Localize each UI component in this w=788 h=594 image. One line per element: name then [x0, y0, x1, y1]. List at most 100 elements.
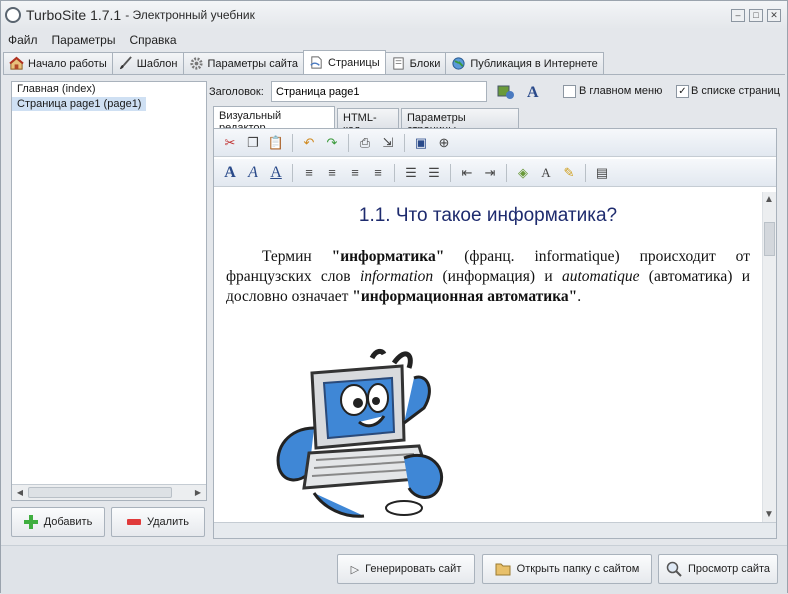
tab-label: Страницы	[328, 56, 380, 69]
maximize-icon[interactable]: □	[749, 9, 763, 22]
header-input[interactable]	[271, 81, 487, 102]
font-icon[interactable]: A	[525, 82, 543, 100]
paste-icon[interactable]: 📋	[266, 133, 286, 153]
toolbar-separator	[404, 133, 405, 152]
tab-page-params[interactable]: Параметры страницы	[401, 108, 519, 136]
redo-icon[interactable]: ↷	[322, 133, 342, 153]
menu-bar: Файл Параметры Справка	[1, 30, 787, 50]
numbered-list-icon[interactable]: ☰	[401, 163, 421, 183]
generate-label: Генерировать сайт	[365, 563, 462, 575]
pages-panel: Главная (index) Страница page1 (page1) ◀…	[3, 74, 785, 544]
scroll-thumb[interactable]	[28, 487, 172, 498]
bottom-action-bar: ▷ Генерировать сайт Открыть папку с сайт…	[1, 545, 787, 594]
align-right-icon[interactable]: ≡	[345, 163, 365, 183]
clear-format-icon[interactable]: ✎	[559, 163, 579, 183]
tab-label: Шаблон	[136, 57, 178, 70]
tab-site-settings[interactable]: Параметры сайта	[182, 52, 304, 74]
align-center-icon[interactable]: ≡	[322, 163, 342, 183]
editor-toolbar-1: ✂ ❐ 📋 ↶ ↷ ⎙ ⇲ ▣ ⊕	[214, 129, 776, 157]
add-page-button[interactable]: Добавить	[11, 507, 105, 537]
menu-file[interactable]: Файл	[1, 33, 45, 47]
indent-icon[interactable]: ⇥	[480, 163, 500, 183]
outdent-icon[interactable]: ⇤	[457, 163, 477, 183]
visual-editor: ✂ ❐ 📋 ↶ ↷ ⎙ ⇲ ▣ ⊕ A A A ≡ ≡ ≡ ≡ ☰ ☰ ⇤ ⇥ …	[213, 128, 777, 539]
underline-icon[interactable]: A	[266, 163, 286, 183]
list-item[interactable]: Главная (index)	[12, 82, 206, 96]
document-area[interactable]: 1.1. Что такое информатика? Термин "инфо…	[214, 192, 762, 522]
bold-icon[interactable]: A	[220, 163, 240, 183]
main-tabs: Начало работы Шаблон Параметры сайта Стр…	[3, 50, 604, 74]
scroll-up-icon[interactable]: ▲	[764, 194, 774, 205]
zoom-icon[interactable]: ⊕	[434, 133, 454, 153]
italic-icon[interactable]: A	[243, 163, 263, 183]
page-list: Главная (index) Страница page1 (page1) ◀…	[11, 81, 207, 501]
toolbar-separator	[292, 163, 293, 182]
app-logo-icon	[5, 7, 21, 23]
minimize-icon[interactable]: –	[731, 9, 745, 22]
tab-visual-editor[interactable]: Визуальный редактор	[213, 106, 335, 134]
cut-icon[interactable]: ✂	[220, 133, 240, 153]
svg-text:A: A	[527, 84, 539, 100]
font-settings-icon[interactable]: A	[536, 163, 556, 183]
tab-blocks[interactable]: Блоки	[384, 52, 447, 74]
tab-template[interactable]: Шаблон	[111, 52, 184, 74]
copy-icon[interactable]: ❐	[243, 133, 263, 153]
tab-html-code[interactable]: HTML-код	[337, 108, 399, 136]
menu-help[interactable]: Справка	[122, 33, 183, 47]
menu-parameters[interactable]: Параметры	[45, 33, 123, 47]
blocks-icon	[393, 57, 404, 70]
main-menu-checkbox[interactable]	[563, 85, 576, 98]
tab-start[interactable]: Начало работы	[3, 52, 113, 74]
export-icon[interactable]: ⇲	[378, 133, 398, 153]
toolbar-separator	[450, 163, 451, 182]
horizontal-scrollbar[interactable]: ◀ ▶	[12, 484, 206, 500]
text-run: .	[577, 288, 582, 305]
plus-icon	[23, 515, 38, 529]
app-subtitle: - Электронный учебник	[125, 8, 255, 22]
generate-site-button[interactable]: ▷ Генерировать сайт	[337, 554, 475, 584]
text-italic: automatique	[561, 268, 640, 285]
text-bold: "информационная автоматика"	[352, 288, 578, 305]
tab-pages[interactable]: Страницы	[303, 50, 386, 74]
preview-site-button[interactable]: Просмотр сайта	[658, 554, 778, 584]
image-icon[interactable]: ▣	[411, 133, 431, 153]
page-settings-icon[interactable]: ▤	[592, 163, 612, 183]
open-folder-button[interactable]: Открыть папку с сайтом	[482, 554, 652, 584]
home-icon	[9, 56, 24, 70]
text-bold: "информатика"	[331, 248, 445, 265]
bullet-list-icon[interactable]: ☰	[424, 163, 444, 183]
tab-publish[interactable]: Публикация в Интернете	[445, 52, 604, 74]
text-italic: information	[359, 268, 434, 285]
editor-status-bar	[214, 522, 776, 538]
align-left-icon[interactable]: ≡	[299, 163, 319, 183]
globe-icon	[452, 57, 465, 70]
tab-label: Публикация в Интернете	[470, 57, 598, 70]
folder-icon	[495, 563, 511, 576]
gear-icon	[189, 57, 203, 70]
header-label: Заголовок:	[209, 86, 264, 98]
computer-cartoon-illustration	[276, 348, 443, 518]
insert-image-icon[interactable]	[497, 83, 515, 101]
insert-media-icon[interactable]: ◈	[513, 163, 533, 183]
toolbar-separator	[394, 163, 395, 182]
close-icon[interactable]: ✕	[767, 9, 781, 22]
align-justify-icon[interactable]: ≡	[368, 163, 388, 183]
document-scrollbar[interactable]: ▲ ▼	[762, 192, 776, 522]
delete-label: Удалить	[147, 516, 189, 528]
app-title: TurboSite 1.7.1	[26, 7, 122, 23]
print-icon[interactable]: ⎙	[355, 133, 375, 153]
preview-label: Просмотр сайта	[687, 563, 771, 575]
undo-icon[interactable]: ↶	[299, 133, 319, 153]
scroll-thumb[interactable]	[764, 222, 775, 256]
brush-icon	[119, 56, 132, 70]
document-paragraph: Термин "информатика" (франц. informatiqu…	[226, 247, 750, 307]
scroll-left-icon[interactable]: ◀	[13, 486, 27, 499]
list-item-selected[interactable]: Страница page1 (page1)	[12, 97, 147, 111]
add-label: Добавить	[43, 516, 93, 528]
document-heading: 1.1. Что такое информатика?	[358, 205, 618, 226]
delete-page-button[interactable]: Удалить	[111, 507, 205, 537]
page-list-checkbox[interactable]: ✓	[676, 85, 689, 98]
scroll-down-icon[interactable]: ▼	[764, 509, 774, 520]
scroll-right-icon[interactable]: ▶	[191, 486, 205, 499]
tab-label: Блоки	[409, 57, 441, 70]
